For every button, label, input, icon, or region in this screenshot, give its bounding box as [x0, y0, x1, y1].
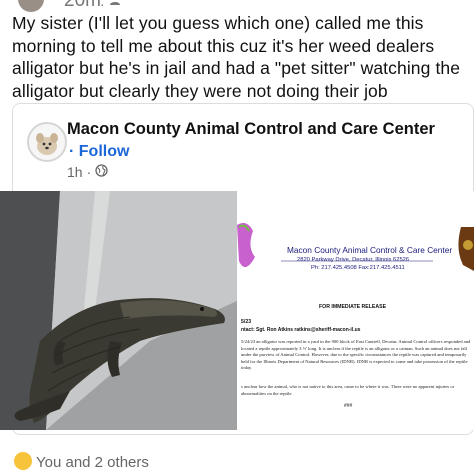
poster-avatar[interactable] [18, 0, 44, 12]
reactions-text: You and 2 others [36, 454, 149, 471]
doc-paragraph-2: s unclear how the animal, who is not nat… [241, 384, 455, 396]
doc-phone: Ph: 217.425.4508 Fax:217.425.4511 [311, 265, 405, 271]
doc-contact: ntact: Sgt. Ron Atkins ratkins@sheriff-m… [241, 327, 361, 333]
globe-icon [95, 164, 108, 180]
doc-paragraph-1: 5/24/23 an alligator was reported in a y… [241, 339, 471, 371]
org-avatar[interactable] [27, 122, 67, 162]
follow-row: · Follow [69, 143, 129, 161]
follow-button[interactable]: Follow [79, 143, 130, 160]
shared-time[interactable]: 1h [67, 164, 83, 180]
alligator-photo[interactable] [0, 191, 237, 430]
separator-dot: · [100, 0, 105, 12]
reactions-summary[interactable]: You and 2 others [14, 452, 149, 471]
top-strip: 20m · [0, 0, 474, 12]
doc-header: Macon County Animal Control & Care Cente… [287, 245, 453, 255]
shared-meta: 1h · [67, 164, 108, 180]
time-dot: · [86, 164, 92, 180]
doc-date: 5/23 [241, 319, 252, 325]
follow-dot: · [69, 143, 75, 160]
post-text: My sister (I'll let you guess which one)… [12, 13, 461, 101]
press-release-image[interactable]: Macon County Animal Control & Care Cente… [237, 191, 474, 430]
org-name[interactable]: Macon County Animal Control and Care Cen… [67, 120, 435, 139]
doc-end-mark: ### [344, 403, 353, 409]
post-time[interactable]: 20m [64, 0, 101, 12]
friends-icon [110, 0, 124, 8]
doc-address: 2820 Parkway Drive, Decatur, Illinois 62… [297, 257, 410, 263]
doc-release-heading: FOR IMMEDIATE RELEASE [319, 304, 387, 310]
haha-reaction-icon [14, 452, 32, 470]
